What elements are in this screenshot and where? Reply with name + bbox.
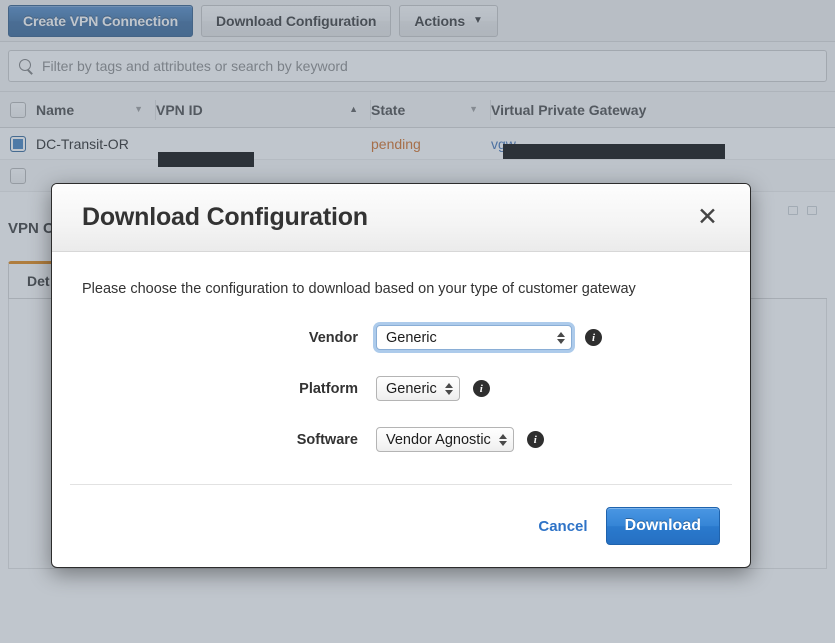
info-icon[interactable]: i (585, 329, 602, 346)
cancel-button[interactable]: Cancel (538, 518, 587, 535)
download-button-label: Download (625, 517, 701, 535)
modal-body: Please choose the configuration to downl… (52, 252, 750, 485)
stepper-arrows-icon (557, 332, 565, 344)
download-button[interactable]: Download (606, 507, 720, 545)
modal-title: Download Configuration (82, 203, 368, 232)
screen: Create VPN Connection Download Configura… (0, 0, 835, 643)
software-select[interactable]: Vendor Agnostic (376, 427, 514, 452)
modal-header: Download Configuration ✕ (52, 184, 750, 252)
info-icon[interactable]: i (527, 431, 544, 448)
platform-select[interactable]: Generic (376, 376, 460, 401)
modal-divider (70, 484, 732, 485)
software-label: Software (82, 432, 376, 448)
info-icon[interactable]: i (473, 380, 490, 397)
close-icon[interactable]: ✕ (691, 203, 724, 232)
download-configuration-modal: Download Configuration ✕ Please choose t… (51, 183, 751, 568)
vendor-label: Vendor (82, 330, 376, 346)
vendor-value: Generic (386, 330, 437, 346)
software-row: Software Vendor Agnostic i (82, 427, 720, 452)
platform-value: Generic (386, 381, 437, 397)
platform-row: Platform Generic i (82, 376, 720, 401)
stepper-arrows-icon (445, 383, 453, 395)
vendor-row: Vendor Generic i (82, 325, 720, 350)
configuration-form: Vendor Generic i Platform Generic i (82, 325, 720, 452)
stepper-arrows-icon (499, 434, 507, 446)
modal-description: Please choose the configuration to downl… (82, 281, 720, 297)
modal-footer: Cancel Download (52, 485, 750, 567)
platform-label: Platform (82, 381, 376, 397)
vendor-select[interactable]: Generic (376, 325, 572, 350)
software-value: Vendor Agnostic (386, 432, 491, 448)
